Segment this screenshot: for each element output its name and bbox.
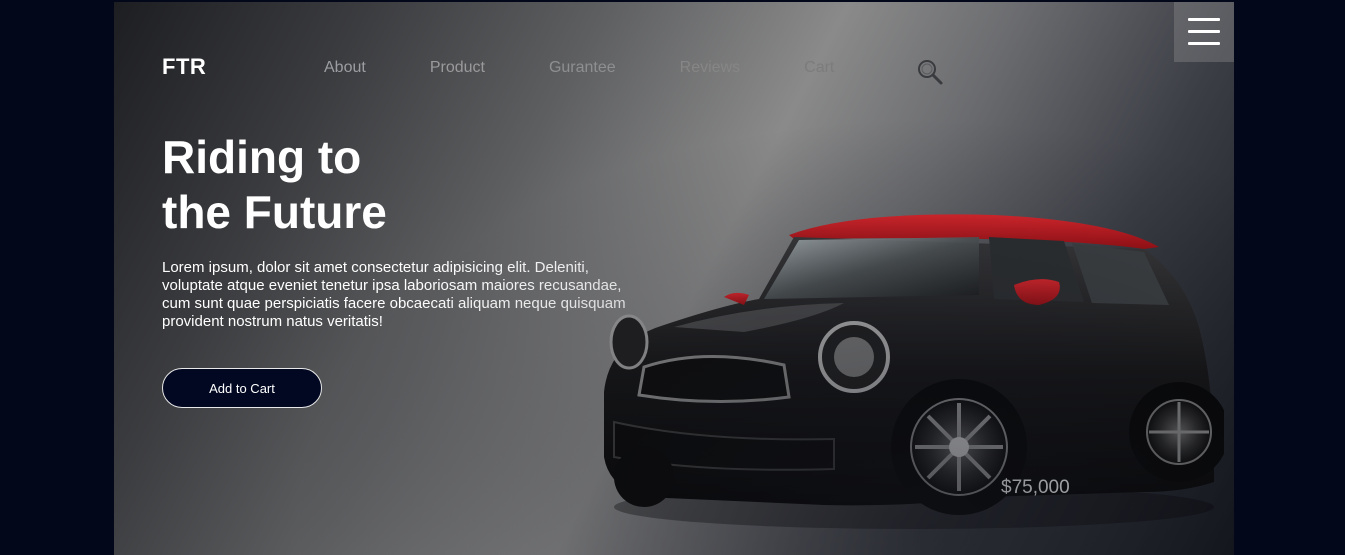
hero-title-line-2: the Future xyxy=(162,186,387,238)
hero-description: Lorem ipsum, dolor sit amet consectetur … xyxy=(162,259,626,330)
search-icon[interactable] xyxy=(916,58,944,86)
nav-link-guarantee[interactable]: Gurantee xyxy=(549,59,616,77)
hero-section: FTR About Product Gurantee Reviews Cart … xyxy=(114,2,1234,555)
nav-link-cart[interactable]: Cart xyxy=(804,59,834,77)
hamburger-menu-icon[interactable] xyxy=(1174,2,1234,62)
hero-title-line-1: Riding to xyxy=(162,131,362,183)
hero-title: Riding to the Future xyxy=(162,130,387,240)
car-image xyxy=(604,214,1224,529)
nav-link-product[interactable]: Product xyxy=(430,59,485,77)
main-nav: About Product Gurantee Reviews Cart xyxy=(324,59,898,77)
add-to-cart-button[interactable]: Add to Cart xyxy=(162,368,322,408)
brand-logo[interactable]: FTR xyxy=(162,54,206,80)
product-price: $75,000 xyxy=(1001,477,1070,498)
nav-link-reviews[interactable]: Reviews xyxy=(680,59,740,77)
nav-link-about[interactable]: About xyxy=(324,59,366,77)
